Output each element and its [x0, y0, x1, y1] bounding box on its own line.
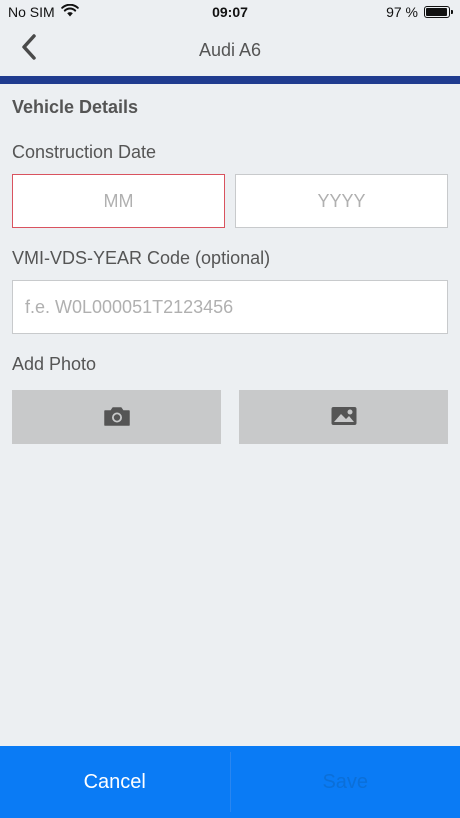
camera-button[interactable]: [12, 390, 221, 444]
status-bar: No SIM 09:07 97 %: [0, 0, 460, 24]
gallery-button[interactable]: [239, 390, 448, 444]
status-right: 97 %: [386, 4, 453, 20]
section-title: Vehicle Details: [12, 97, 139, 117]
photo-row: [12, 390, 448, 444]
vin-label: VMI-VDS-YEAR Code (optional): [12, 248, 271, 268]
year-input[interactable]: [235, 174, 448, 228]
accent-bar: [0, 76, 460, 84]
month-input[interactable]: [12, 174, 225, 228]
wifi-icon: [60, 3, 79, 20]
bottom-action-bar: Cancel Save: [0, 746, 460, 818]
battery-percent: 97 %: [386, 4, 418, 20]
chevron-left-icon: [19, 33, 39, 66]
construction-date-label: Construction Date: [12, 142, 157, 162]
nav-bar: Audi A6: [0, 24, 460, 76]
image-icon: [330, 405, 358, 430]
vehicle-details-form: Vehicle Details Construction Date VMI-VD…: [12, 92, 448, 444]
camera-icon: [103, 405, 131, 430]
battery-icon: [424, 6, 453, 18]
battery-fill: [426, 8, 448, 16]
carrier-label: No SIM: [8, 4, 55, 20]
status-left: No SIM: [8, 3, 79, 20]
back-button[interactable]: [14, 32, 44, 66]
vin-input[interactable]: [12, 280, 448, 334]
cancel-button[interactable]: Cancel: [0, 746, 230, 818]
save-button[interactable]: Save: [231, 746, 460, 818]
construction-date-row: [12, 174, 448, 228]
add-photo-label: Add Photo: [12, 354, 97, 374]
page-title: Audi A6: [198, 39, 262, 60]
